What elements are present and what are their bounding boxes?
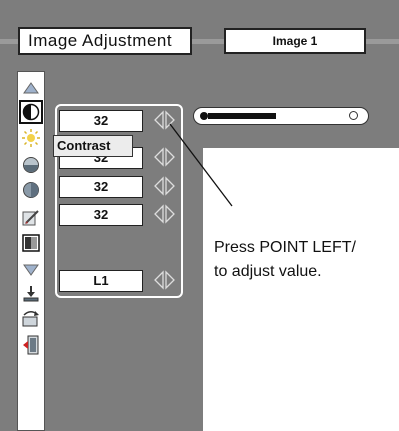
callout-leader-line — [169, 123, 233, 207]
instruction-note: Press POINT LEFT/ to adjust value. — [214, 236, 356, 284]
instruction-line-1: Press POINT LEFT/ — [214, 239, 356, 256]
instruction-line-2: to adjust value. — [214, 263, 322, 280]
